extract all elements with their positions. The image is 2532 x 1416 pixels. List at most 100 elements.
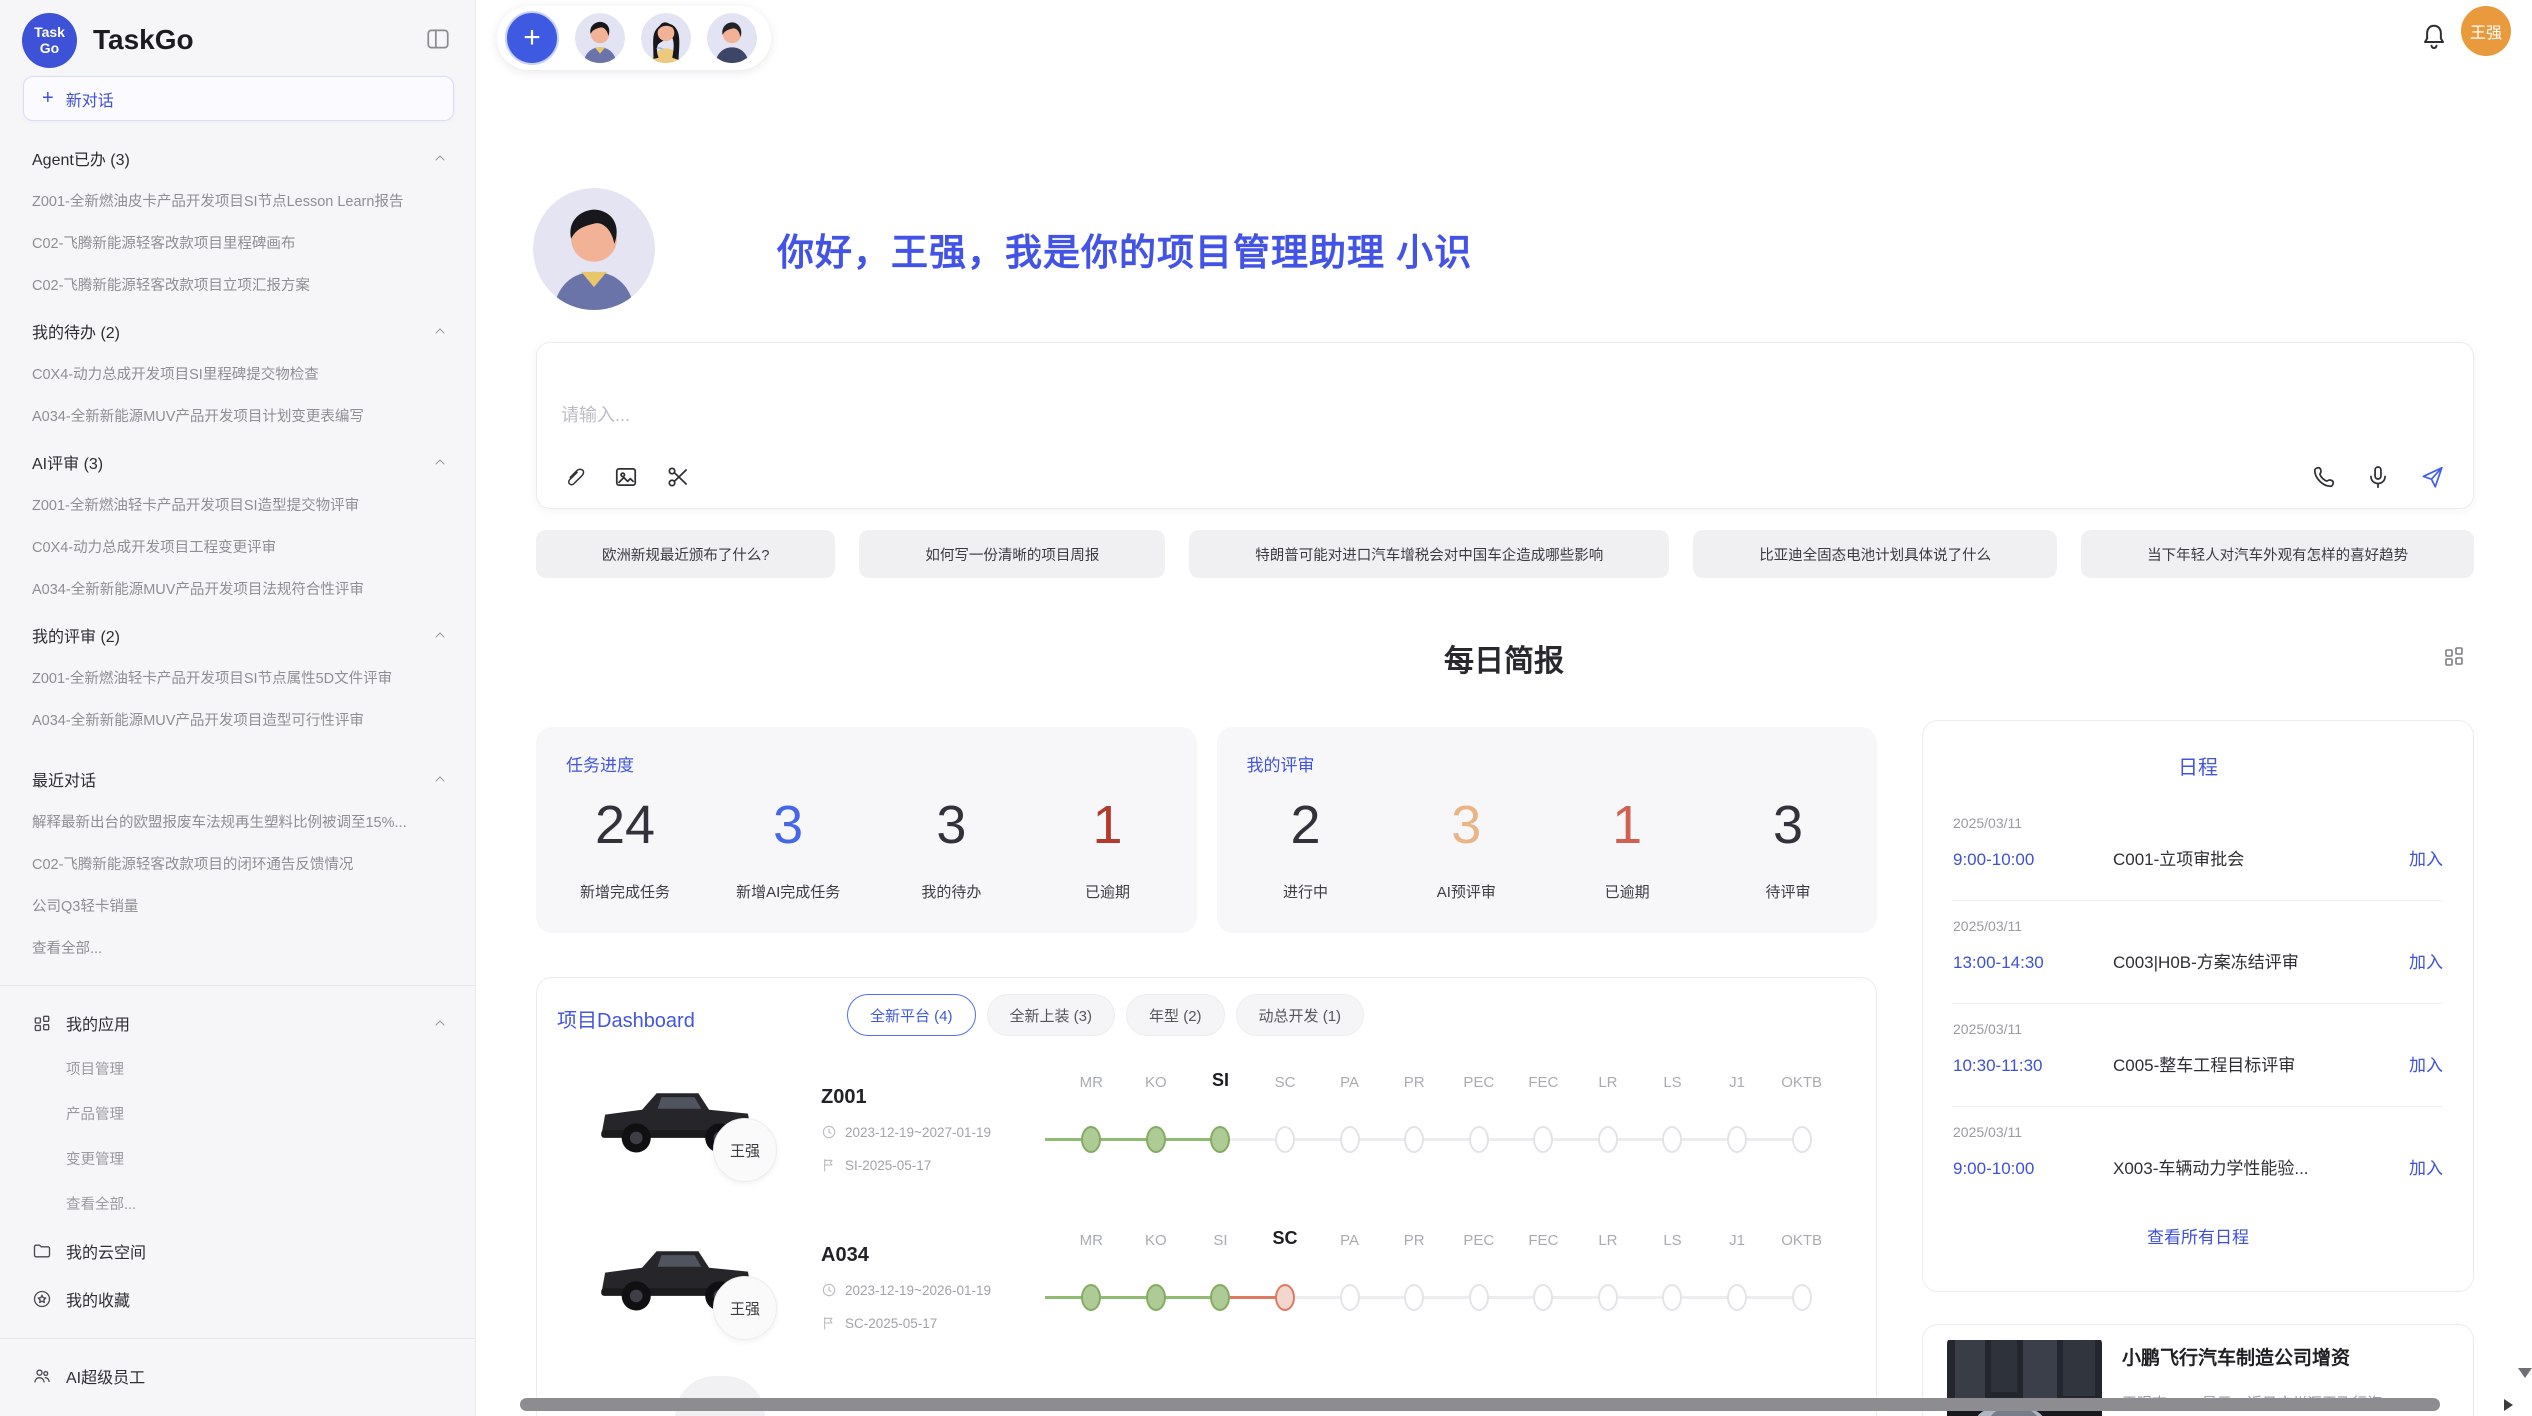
milestone-dot[interactable] (1727, 1126, 1747, 1153)
milestone-dot[interactable] (1210, 1126, 1230, 1153)
chevron-up-icon[interactable] (432, 454, 448, 470)
sidebar-item[interactable]: 解释最新出台的欧盟报废车法规再生塑料比例被调至15%... (32, 811, 454, 831)
chevron-up-icon[interactable] (432, 150, 448, 166)
assistant-avatar-3[interactable] (707, 13, 757, 63)
notification-bell-icon[interactable] (2419, 22, 2449, 52)
milestone-dot[interactable] (1598, 1284, 1618, 1311)
scroll-down-arrow-icon[interactable] (2518, 1368, 2532, 1378)
chevron-up-icon[interactable] (432, 323, 448, 339)
milestone-dot[interactable] (1404, 1126, 1424, 1153)
image-icon[interactable] (613, 464, 639, 490)
milestone-dot[interactable] (1275, 1284, 1295, 1311)
paperclip-icon[interactable] (561, 464, 587, 490)
section-my-todo[interactable]: 我的待办 (2) (32, 321, 454, 341)
assistant-avatar-1[interactable] (575, 13, 625, 63)
milestone-dot[interactable] (1146, 1126, 1166, 1153)
sidebar-item[interactable]: C02-飞腾新能源轻客改款项目的闭环通告反馈情况 (32, 853, 454, 873)
join-link[interactable]: 加入 (2409, 1051, 2443, 1076)
stat-value: 3 (1743, 796, 1833, 855)
sidebar-item-favorites[interactable]: 我的收藏 (32, 1288, 454, 1310)
milestone-dot[interactable] (1340, 1126, 1360, 1153)
new-chat-button[interactable]: + 新对话 (23, 76, 454, 121)
section-ai-review[interactable]: AI评审 (3) (32, 452, 454, 472)
project-row-a034[interactable]: 王强 A034 2023-12-19~2026-01-19 SC-2025-05… (557, 1216, 1857, 1372)
join-link[interactable]: 加入 (2409, 1154, 2443, 1179)
send-icon[interactable] (2419, 464, 2445, 490)
milestone-dot[interactable] (1469, 1126, 1489, 1153)
sidebar-item[interactable]: C0X4-动力总成开发项目SI里程碑提交物检查 (32, 363, 454, 383)
filter-chip[interactable]: 年型 (2) (1126, 994, 1225, 1036)
layout-grid-icon[interactable] (2442, 644, 2466, 668)
suggestion-chip[interactable]: 欧洲新规最近颁布了什么? (536, 530, 835, 578)
sidebar-item[interactable]: A034-全新新能源MUV产品开发项目计划变更表编写 (32, 405, 454, 425)
sidebar-item-ai-super-staff[interactable]: AI超级员工 (32, 1365, 454, 1387)
sidebar-item-view-all[interactable]: 查看全部... (32, 937, 454, 957)
project-row-z001[interactable]: 王强 Z001 2023-12-19~2027-01-19 SI-2025-05… (557, 1058, 1857, 1214)
microphone-icon[interactable] (2365, 464, 2391, 490)
milestone-dot[interactable] (1146, 1284, 1166, 1311)
milestone-dot[interactable] (1081, 1126, 1101, 1153)
add-assistant-button[interactable]: + (505, 11, 559, 65)
horizontal-scrollbar[interactable] (520, 1398, 2440, 1411)
sidebar-item-cloud-space[interactable]: 我的云空间 (32, 1240, 454, 1262)
schedule-entry[interactable]: 2025/03/11 10:30-11:30 C005-整车工程目标评审 加入 (1953, 1004, 2443, 1107)
section-agent-done[interactable]: Agent已办 (3) (32, 148, 454, 168)
view-all-schedule-link[interactable]: 查看所有日程 (1923, 1223, 2473, 1248)
scroll-right-arrow-icon[interactable] (2504, 1399, 2513, 1411)
filter-chip[interactable]: 全新上装 (3) (987, 994, 1116, 1036)
schedule-entry[interactable]: 2025/03/11 13:00-14:30 C003|H0B-方案冻结评审 加… (1953, 901, 2443, 1004)
sidebar-item[interactable]: C0X4-动力总成开发项目工程变更评审 (32, 536, 454, 556)
suggestion-chip[interactable]: 特朗普可能对进口汽车增税会对中国车企造成哪些影响 (1189, 530, 1669, 578)
sidebar-item-product-mgmt[interactable]: 产品管理 (66, 1103, 454, 1124)
chat-input[interactable] (551, 353, 2459, 453)
milestone-dot[interactable] (1275, 1126, 1295, 1153)
scissors-icon[interactable] (665, 464, 691, 490)
milestone-dot[interactable] (1662, 1126, 1682, 1153)
chevron-up-icon[interactable] (432, 1015, 448, 1031)
phone-icon[interactable] (2311, 464, 2337, 490)
milestone-dot[interactable] (1662, 1284, 1682, 1311)
chevron-up-icon[interactable] (432, 771, 448, 787)
filter-chip[interactable]: 全新平台 (4) (847, 994, 976, 1036)
milestone-dot[interactable] (1533, 1284, 1553, 1311)
sidebar-item[interactable]: A034-全新新能源MUV产品开发项目造型可行性评审 (32, 709, 454, 729)
join-link[interactable]: 加入 (2409, 845, 2443, 870)
filter-chip[interactable]: 动总开发 (1) (1236, 994, 1365, 1036)
sidebar-item[interactable]: Z001-全新燃油皮卡产品开发项目SI节点Lesson Learn报告 (32, 190, 454, 210)
milestone-dot[interactable] (1533, 1126, 1553, 1153)
sidebar-item[interactable]: C02-飞腾新能源轻客改款项目立项汇报方案 (32, 274, 454, 294)
sidebar-item-change-mgmt[interactable]: 变更管理 (66, 1148, 454, 1169)
sidebar-collapse-icon[interactable] (425, 26, 451, 52)
milestone-dot[interactable] (1727, 1284, 1747, 1311)
sidebar-item[interactable]: C02-飞腾新能源轻客改款项目里程碑画布 (32, 232, 454, 252)
milestone-dot[interactable] (1340, 1284, 1360, 1311)
sidebar-item[interactable]: A034-全新新能源MUV产品开发项目法规符合性评审 (32, 578, 454, 598)
sidebar-item[interactable]: 公司Q3轻卡销量 (32, 895, 454, 915)
chevron-up-icon[interactable] (432, 627, 448, 643)
join-link[interactable]: 加入 (2409, 948, 2443, 973)
sidebar-item-project-mgmt[interactable]: 项目管理 (66, 1058, 454, 1079)
milestone-dot[interactable] (1792, 1126, 1812, 1153)
assistant-avatar-2[interactable] (641, 13, 691, 63)
milestone-dot[interactable] (1469, 1284, 1489, 1311)
sidebar-item-my-apps[interactable]: 我的应用 (32, 1012, 454, 1034)
suggestion-chip[interactable]: 如何写一份清晰的项目周报 (859, 530, 1165, 578)
sidebar-item[interactable]: Z001-全新燃油轻卡产品开发项目SI造型提交物评审 (32, 494, 454, 514)
schedule-event-title: C003|H0B-方案冻结评审 (2113, 948, 2409, 973)
sidebar-item-view-all-apps[interactable]: 查看全部... (66, 1193, 454, 1214)
milestone-dot[interactable] (1081, 1284, 1101, 1311)
sidebar-item[interactable]: Z001-全新燃油轻卡产品开发项目SI节点属性5D文件评审 (32, 667, 454, 687)
user-avatar[interactable]: 王强 (2461, 6, 2511, 56)
suggestion-chip[interactable]: 当下年轻人对汽车外观有怎样的喜好趋势 (2081, 530, 2474, 578)
milestone-dot[interactable] (1210, 1284, 1230, 1311)
milestone-dot[interactable] (1404, 1284, 1424, 1311)
schedule-entry[interactable]: 2025/03/11 9:00-10:00 C001-立项审批会 加入 (1953, 798, 2443, 901)
dashboard-filters: 全新平台 (4) 全新上装 (3) 年型 (2) 动总开发 (1) (847, 994, 1364, 1036)
milestone-dot[interactable] (1792, 1284, 1812, 1311)
milestone-label: PEC (1446, 1232, 1511, 1249)
schedule-entry[interactable]: 2025/03/11 9:00-10:00 X003-车辆动力学性能验... 加… (1953, 1107, 2443, 1209)
section-my-review[interactable]: 我的评审 (2) (32, 625, 454, 645)
suggestion-chip[interactable]: 比亚迪全固态电池计划具体说了什么 (1693, 530, 2057, 578)
milestone-dot[interactable] (1598, 1126, 1618, 1153)
section-recent-chats[interactable]: 最近对话 (32, 769, 454, 789)
